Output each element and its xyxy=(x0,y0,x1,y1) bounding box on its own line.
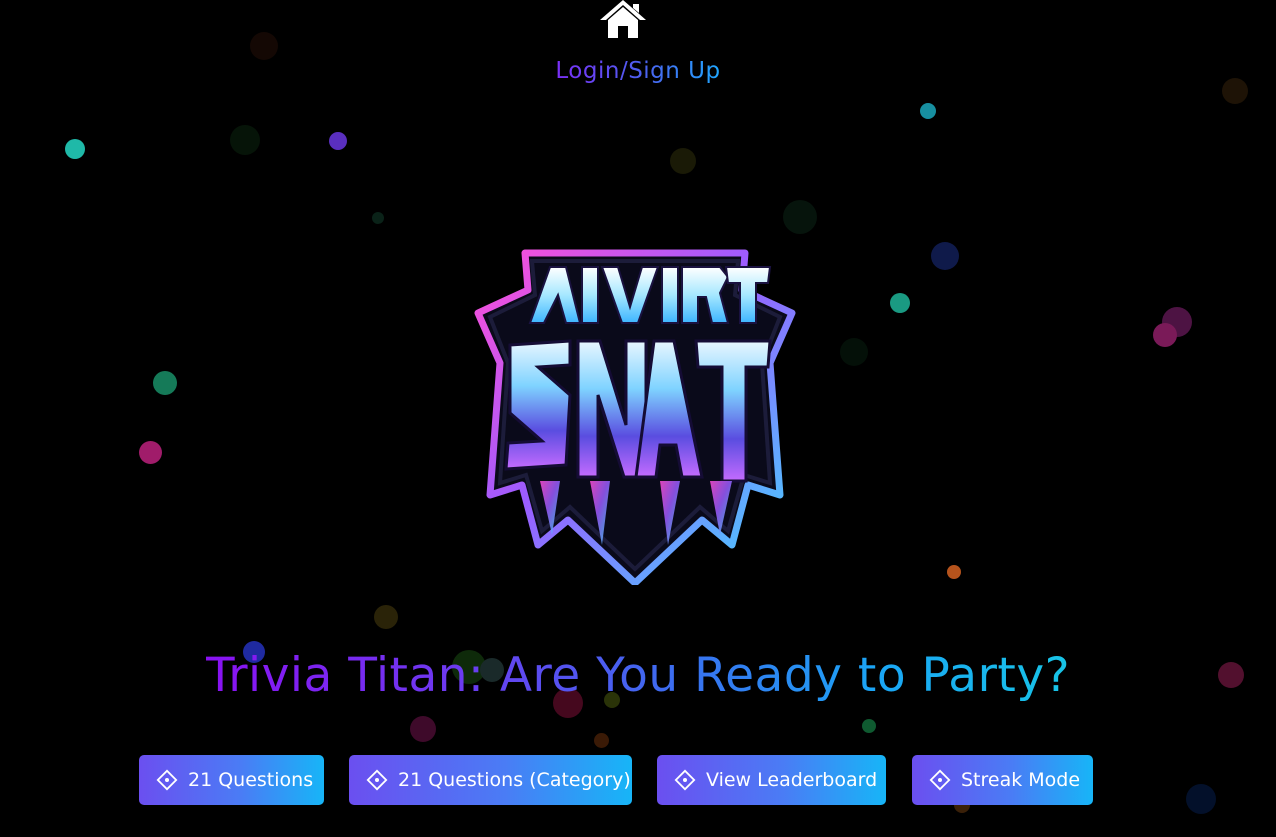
button-label: 21 Questions (Category) xyxy=(398,769,631,791)
streak-mode-button[interactable]: Streak Mode xyxy=(912,755,1093,805)
home-link[interactable] xyxy=(598,0,648,40)
21-questions-category-button[interactable]: 21 Questions (Category) xyxy=(349,755,632,805)
particle xyxy=(783,200,817,234)
login-signup-label: Login/Sign Up xyxy=(555,58,721,84)
particle xyxy=(931,242,959,270)
button-label: Streak Mode xyxy=(961,769,1081,791)
login-signup-link[interactable]: Login/Sign Up xyxy=(0,58,1276,84)
particle xyxy=(1186,784,1216,814)
page: Login/Sign Up Trivia Titan: Are You Read… xyxy=(0,0,1276,837)
particle xyxy=(139,441,162,464)
view-leaderboard-button[interactable]: View Leaderboard xyxy=(657,755,886,805)
diamond-target-icon xyxy=(366,769,388,791)
particle xyxy=(372,212,384,224)
particle xyxy=(374,605,398,629)
21-questions-button[interactable]: 21 Questions xyxy=(139,755,324,805)
logo-graphic xyxy=(474,249,796,587)
button-label: View Leaderboard xyxy=(706,769,878,791)
particle xyxy=(862,719,876,733)
diamond-target-icon xyxy=(674,769,696,791)
button-label: 21 Questions xyxy=(188,769,314,791)
particle xyxy=(920,103,936,119)
particle xyxy=(890,293,910,313)
page-headline: Trivia Titan: Are You Ready to Party? xyxy=(0,648,1276,703)
particle xyxy=(329,132,347,150)
particle xyxy=(594,733,609,748)
particle xyxy=(230,125,260,155)
diamond-target-icon xyxy=(156,769,178,791)
particle xyxy=(840,338,868,366)
particle xyxy=(1162,307,1192,337)
trivia-titans-logo xyxy=(470,245,800,587)
particle xyxy=(153,371,177,395)
particle xyxy=(947,565,961,579)
home-icon xyxy=(600,0,646,38)
particle xyxy=(250,32,278,60)
diamond-target-icon xyxy=(929,769,951,791)
particle xyxy=(410,716,436,742)
particle xyxy=(1153,323,1177,347)
particle xyxy=(65,139,85,159)
headline-text: Trivia Titan: Are You Ready to Party? xyxy=(205,648,1071,703)
particle xyxy=(670,148,696,174)
